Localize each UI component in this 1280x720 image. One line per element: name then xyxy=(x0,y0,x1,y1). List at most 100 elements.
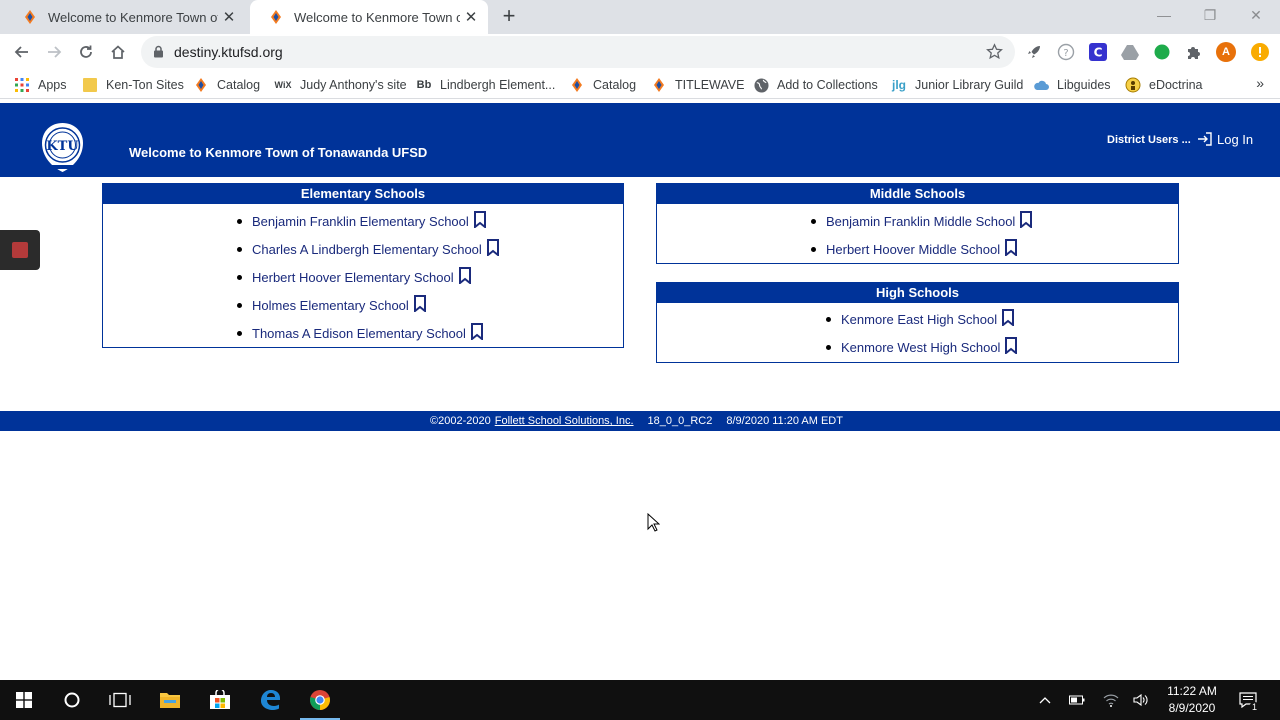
school-name: Holmes Elementary School xyxy=(252,298,409,313)
bookmark-star-icon[interactable] xyxy=(986,43,1003,60)
school-link-charles-lindbergh-elementary[interactable]: Charles A Lindbergh Elementary School xyxy=(237,239,500,257)
timestamp-text: 8/9/2020 11:20 AM EDT xyxy=(726,415,843,427)
drive-extension-icon[interactable] xyxy=(1120,42,1140,62)
microsoft-store-button[interactable] xyxy=(196,680,244,720)
destiny-favicon-icon xyxy=(271,10,281,24)
help-extension-icon[interactable]: ? xyxy=(1056,42,1076,62)
edoctrina-icon xyxy=(1125,77,1141,93)
volume-button[interactable] xyxy=(1131,690,1151,710)
arrow-right-icon xyxy=(48,46,62,58)
school-link-benjamin-franklin-middle[interactable]: Benjamin Franklin Middle School xyxy=(811,211,1033,229)
svg-text:?: ? xyxy=(1063,48,1068,59)
notification-count: 1 xyxy=(1249,702,1260,713)
bookmark-judy-anthony[interactable]: WiX Judy Anthony's site xyxy=(274,75,407,95)
school-name: Kenmore East High School xyxy=(841,312,998,327)
bookmark-catalog-2[interactable]: Catalog xyxy=(569,75,636,95)
apps-grid-icon xyxy=(14,77,30,93)
floating-side-widget[interactable] xyxy=(0,230,40,270)
close-tab-icon[interactable]: ✕ xyxy=(460,6,482,28)
speaker-icon xyxy=(1133,693,1148,707)
update-warning-icon[interactable] xyxy=(1250,42,1270,62)
bookmark-icon[interactable] xyxy=(473,211,487,228)
bookmark-titlewave[interactable]: TITLEWAVE xyxy=(651,75,744,95)
bookmarks-overflow-button[interactable]: » xyxy=(1256,75,1264,91)
new-tab-button[interactable]: + xyxy=(498,5,520,27)
bookmark-edoctrina[interactable]: eDoctrina xyxy=(1125,75,1203,95)
close-window-button[interactable]: ✕ xyxy=(1233,0,1279,30)
district-logo: KTU xyxy=(42,123,83,172)
folder-icon xyxy=(160,693,180,708)
bookmark-apps[interactable]: Apps xyxy=(14,75,67,95)
action-center-button[interactable]: 1 xyxy=(1238,690,1260,713)
school-link-kenmore-west-high[interactable]: Kenmore West High School xyxy=(826,337,1018,355)
school-name: Kenmore West High School xyxy=(841,340,1001,355)
bookmark-add-to-collections[interactable]: Add to Collections xyxy=(753,75,878,95)
restore-button[interactable]: ❐ xyxy=(1187,0,1233,30)
start-button[interactable] xyxy=(0,680,48,720)
bookmark-ken-ton-sites[interactable]: Ken-Ton Sites xyxy=(82,75,184,95)
school-link-holmes-elementary[interactable]: Holmes Elementary School xyxy=(237,295,427,313)
svg-text:KTU: KTU xyxy=(46,139,79,154)
destiny-favicon-icon xyxy=(25,10,35,24)
bookmark-junior-library-guild[interactable]: jlg Junior Library Guild xyxy=(891,75,1023,95)
svg-text:C: C xyxy=(1094,46,1103,60)
bookmark-icon[interactable] xyxy=(413,295,427,312)
back-button[interactable] xyxy=(8,38,36,66)
bookmark-lindbergh[interactable]: Bb Lindbergh Element... xyxy=(416,75,556,95)
page-footer: ©2002-2020 Follett School Solutions, Inc… xyxy=(0,411,1280,431)
show-hidden-icons-button[interactable] xyxy=(1035,690,1055,710)
bookmark-icon[interactable] xyxy=(470,323,484,340)
browser-tab-2[interactable]: Welcome to Kenmore Town of To ✕ xyxy=(250,0,488,34)
bullet xyxy=(237,303,242,308)
wix-icon: WiX xyxy=(274,80,292,90)
rocket-extension-icon[interactable] xyxy=(1024,42,1044,62)
c-extension-icon[interactable]: C xyxy=(1088,42,1108,62)
bookmark-icon[interactable] xyxy=(1001,309,1015,326)
forward-button[interactable] xyxy=(40,38,68,66)
bookmark-icon[interactable] xyxy=(1004,337,1018,354)
extensions-puzzle-icon[interactable] xyxy=(1184,42,1204,62)
bookmark-icon[interactable] xyxy=(458,267,472,284)
school-link-herbert-hoover-elementary[interactable]: Herbert Hoover Elementary School xyxy=(237,267,472,285)
green-circle-extension-icon[interactable] xyxy=(1152,42,1172,62)
search-button[interactable] xyxy=(48,680,96,720)
address-bar[interactable]: destiny.ktufsd.org xyxy=(141,36,1015,68)
school-name: Benjamin Franklin Elementary School xyxy=(252,214,469,229)
bookmark-catalog-1[interactable]: Catalog xyxy=(193,75,260,95)
bookmark-icon[interactable] xyxy=(1004,239,1018,256)
follett-link[interactable]: Follett School Solutions, Inc. xyxy=(495,415,634,427)
windows-logo-icon xyxy=(16,692,32,708)
profile-initial: A xyxy=(1222,46,1230,58)
close-tab-icon[interactable]: ✕ xyxy=(218,6,240,28)
school-link-benjamin-franklin-elementary[interactable]: Benjamin Franklin Elementary School xyxy=(237,211,487,229)
bookmark-icon[interactable] xyxy=(1019,211,1033,228)
login-button[interactable]: Log In xyxy=(1197,131,1253,147)
wifi-icon xyxy=(1103,694,1119,707)
browser-tab-1[interactable]: Welcome to Kenmore Town of To ✕ xyxy=(4,0,246,34)
chrome-button[interactable] xyxy=(296,680,344,720)
minimize-button[interactable]: — xyxy=(1141,0,1187,30)
network-button[interactable] xyxy=(1101,690,1121,710)
profile-avatar[interactable]: A xyxy=(1216,42,1236,62)
bullet xyxy=(826,317,831,322)
bookmark-label: Judy Anthony's site xyxy=(300,78,407,92)
version-text: 18_0_0_RC2 xyxy=(647,415,713,427)
school-link-herbert-hoover-middle[interactable]: Herbert Hoover Middle School xyxy=(811,239,1018,257)
school-link-thomas-edison-elementary[interactable]: Thomas A Edison Elementary School xyxy=(237,323,484,341)
bookmark-icon[interactable] xyxy=(486,239,500,256)
arrow-left-icon xyxy=(14,46,28,58)
battery-button[interactable] xyxy=(1067,690,1087,710)
bullet xyxy=(237,219,242,224)
bullet xyxy=(237,331,242,336)
cloud-icon xyxy=(1033,77,1049,93)
reload-button[interactable] xyxy=(72,38,100,66)
district-users-link[interactable]: District Users ... xyxy=(1107,134,1191,146)
cortana-circle-icon xyxy=(64,692,80,708)
file-explorer-button[interactable] xyxy=(146,680,194,720)
home-button[interactable] xyxy=(104,38,132,66)
system-clock[interactable]: 11:22 AM 8/9/2020 xyxy=(1160,683,1224,717)
school-link-kenmore-east-high[interactable]: Kenmore East High School xyxy=(826,309,1015,327)
bookmark-libguides[interactable]: Libguides xyxy=(1033,75,1111,95)
edge-button[interactable] xyxy=(246,680,294,720)
task-view-button[interactable] xyxy=(96,680,144,720)
